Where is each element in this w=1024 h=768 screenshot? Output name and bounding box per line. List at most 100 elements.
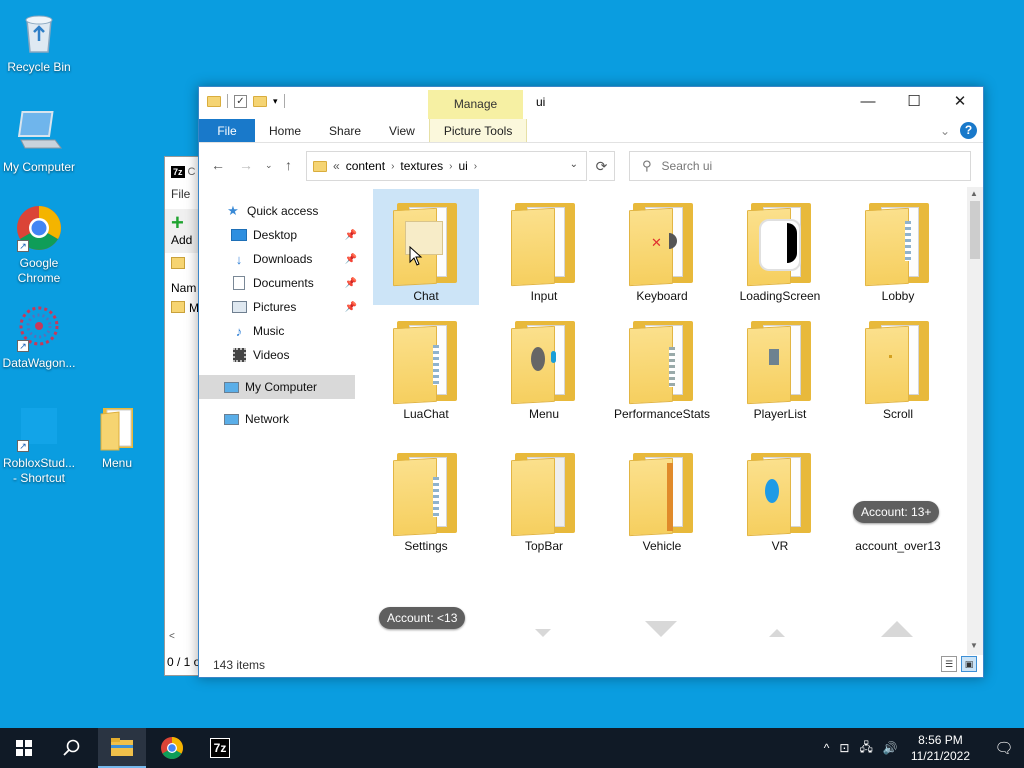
- scroll-down-arrow-icon[interactable]: ▼: [970, 641, 978, 650]
- ribbon-tab-view[interactable]: View: [375, 119, 429, 142]
- folder-item-input[interactable]: Input: [491, 189, 597, 305]
- nav-item-music[interactable]: ♪ Music: [199, 319, 363, 343]
- breadcrumb-ui[interactable]: ui: [458, 159, 467, 173]
- refresh-button[interactable]: ⟳: [589, 151, 615, 181]
- quick-access-toolbar: ✓ ▾: [207, 94, 285, 108]
- forward-arrow-icon[interactable]: →: [239, 157, 253, 173]
- help-icon[interactable]: ?: [960, 122, 977, 139]
- notifications-icon[interactable]: 🗨: [984, 739, 1024, 757]
- folder-icon: [313, 160, 327, 172]
- taskbar-chrome[interactable]: [148, 728, 196, 768]
- vertical-scrollbar[interactable]: ▲ ▼: [967, 187, 983, 655]
- file-explorer-window[interactable]: ✓ ▾ Manage ui — ☐ ✕ File Home Share View…: [198, 86, 984, 678]
- breadcrumb-content[interactable]: content: [346, 159, 385, 173]
- folder-item-lobby[interactable]: Lobby: [845, 189, 951, 305]
- nav-item-downloads[interactable]: ↓ Downloads 📌: [199, 247, 363, 271]
- back-arrow-icon[interactable]: ←: [211, 157, 225, 173]
- folder-item-keyboard[interactable]: ✕ Keyboard: [609, 189, 715, 305]
- desktop-icon-datawagon[interactable]: ↗ DataWagon...: [0, 304, 78, 371]
- arrow-thumbnail-icon[interactable]: [645, 621, 677, 637]
- pin-icon[interactable]: 📌: [345, 302, 357, 313]
- scroll-up-arrow-icon[interactable]: ▲: [970, 189, 978, 198]
- nav-item-network[interactable]: Network: [199, 407, 363, 431]
- folder-item-vehicle[interactable]: Vehicle: [609, 439, 715, 555]
- show-hidden-icons-chevron-icon[interactable]: ^: [824, 741, 830, 755]
- up-arrow-icon[interactable]: ↑: [285, 157, 292, 173]
- maximize-button[interactable]: ☐: [891, 87, 937, 117]
- taskbar-file-explorer[interactable]: [98, 728, 146, 768]
- details-view-icon[interactable]: ☰: [941, 656, 957, 672]
- navigation-pane[interactable]: ★ Quick access Desktop 📌 ↓ Downloads 📌 D…: [199, 187, 363, 657]
- desktop-icon-recycle-bin[interactable]: Recycle Bin: [0, 8, 78, 75]
- breadcrumb-textures[interactable]: textures: [400, 159, 443, 173]
- pin-icon[interactable]: 📌: [345, 230, 357, 241]
- folder-item-chat[interactable]: Chat: [373, 189, 479, 305]
- nav-item-my-computer[interactable]: My Computer: [199, 375, 355, 399]
- taskbar-7zip[interactable]: 7z: [196, 728, 244, 768]
- close-button[interactable]: ✕: [937, 87, 983, 117]
- ribbon-tab-file[interactable]: File: [199, 119, 255, 142]
- nav-item-quick-access[interactable]: ★ Quick access: [199, 199, 363, 223]
- explorer-titlebar[interactable]: ✓ ▾ Manage ui — ☐ ✕: [199, 87, 983, 119]
- chrome-icon: [161, 737, 183, 759]
- folder-label: Chat: [413, 289, 439, 303]
- folder-item-loadingscreen[interactable]: LoadingScreen: [727, 189, 833, 305]
- action-center-security-icon[interactable]: ⊡: [839, 741, 849, 755]
- breadcrumb-chevron-icon[interactable]: ›: [449, 161, 452, 172]
- folder-label: TopBar: [524, 539, 564, 553]
- network-icon[interactable]: 🖧: [859, 738, 872, 759]
- pin-icon[interactable]: 📌: [345, 254, 357, 265]
- desktop-icon-menu-folder[interactable]: Menu: [78, 404, 156, 471]
- folder-item-menu[interactable]: Menu: [491, 307, 597, 423]
- arrow-thumbnail-icon[interactable]: [769, 629, 785, 637]
- folder-item-vr[interactable]: VR: [727, 439, 833, 555]
- volume-icon[interactable]: 🔊: [883, 741, 898, 755]
- scrollbar-thumb[interactable]: [970, 201, 980, 259]
- 7zip-hscroll-left[interactable]: <: [169, 631, 175, 642]
- address-dropdown-icon[interactable]: ⌄: [570, 159, 578, 170]
- arrow-thumbnail-icon[interactable]: [535, 629, 551, 637]
- search-input[interactable]: ⚲ Search ui: [629, 151, 971, 181]
- folder-item-performancestats[interactable]: PerformanceStats: [609, 307, 715, 423]
- folder-item-luachat[interactable]: LuaChat: [373, 307, 479, 423]
- nav-item-desktop[interactable]: Desktop 📌: [199, 223, 363, 247]
- pin-icon[interactable]: 📌: [345, 278, 357, 289]
- expand-ribbon-chevron-icon[interactable]: ⌄: [940, 124, 950, 138]
- shortcut-arrow-icon: ↗: [17, 240, 29, 252]
- ribbon-tab-home[interactable]: Home: [255, 119, 315, 142]
- nav-item-pictures[interactable]: Pictures 📌: [199, 295, 363, 319]
- ribbon-tab-manage[interactable]: Manage: [428, 90, 523, 119]
- folder-item-scroll[interactable]: Scroll: [845, 307, 951, 423]
- desktop-icon-my-computer[interactable]: My Computer: [0, 108, 78, 175]
- 7zip-title: C: [187, 166, 196, 178]
- image-file-account-under13[interactable]: Account: <13: [373, 587, 479, 647]
- folder-item-playerlist[interactable]: PlayerList: [727, 307, 833, 423]
- clock[interactable]: 8:56 PM 11/21/2022: [911, 732, 970, 764]
- folder-item-settings[interactable]: Settings: [373, 439, 479, 555]
- nav-item-label: My Computer: [245, 380, 318, 394]
- ribbon-tab-share[interactable]: Share: [315, 119, 375, 142]
- properties-icon[interactable]: ✓: [234, 94, 247, 108]
- search-button[interactable]: [48, 728, 96, 768]
- music-icon: ♪: [235, 323, 243, 339]
- folder-item-topbar[interactable]: TopBar: [491, 439, 597, 555]
- start-button[interactable]: [0, 728, 48, 768]
- ribbon-tab-picture-tools[interactable]: Picture Tools: [428, 119, 528, 142]
- arrow-thumbnail-icon[interactable]: [881, 621, 913, 637]
- image-file-account-over13[interactable]: Account: 13+ account_over13: [845, 439, 951, 555]
- large-icons-view-icon[interactable]: ▣: [961, 656, 977, 672]
- address-overflow[interactable]: «: [333, 159, 340, 173]
- file-list[interactable]: Chat Input ✕ Keyboard LoadingScreen Lobb…: [369, 187, 967, 647]
- recent-locations-chevron-icon[interactable]: ⌄: [265, 160, 273, 171]
- windows-logo-icon: [16, 740, 32, 756]
- minimize-button[interactable]: —: [845, 87, 891, 117]
- new-folder-icon[interactable]: [253, 95, 267, 107]
- address-bar[interactable]: « content › textures › ui › ⌄: [306, 151, 587, 181]
- breadcrumb-chevron-icon[interactable]: ›: [391, 161, 394, 172]
- nav-item-documents[interactable]: Documents 📌: [199, 271, 363, 295]
- breadcrumb-chevron-icon[interactable]: ›: [474, 161, 477, 172]
- desktop-icon-google-chrome[interactable]: ↗ Google Chrome: [0, 204, 78, 286]
- desktop-icon-roblox-studio[interactable]: ↗ RobloxStud... - Shortcut: [0, 404, 78, 486]
- customize-dropdown-icon[interactable]: ▾: [273, 96, 278, 107]
- nav-item-videos[interactable]: Videos: [199, 343, 363, 367]
